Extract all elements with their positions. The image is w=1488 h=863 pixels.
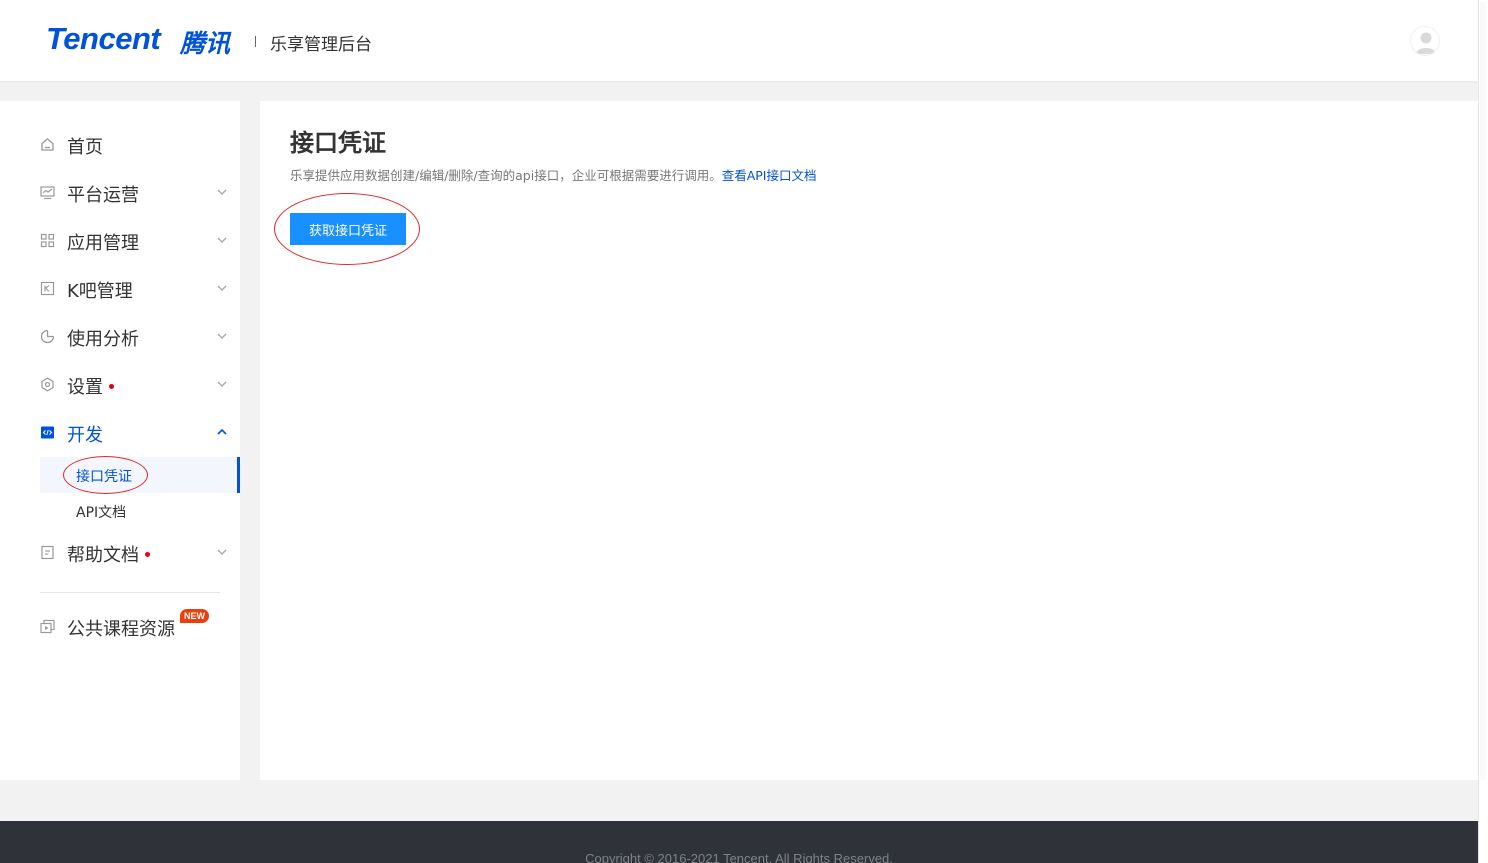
sidebar-item-help-docs[interactable]: 帮助文档 xyxy=(0,532,240,572)
chevron-down-icon xyxy=(217,549,227,555)
main-content: 接口凭证 乐享提供应用数据创建/编辑/删除/查询的api接口，企业可根据需要进行… xyxy=(260,101,1478,780)
user-icon xyxy=(1416,32,1436,54)
user-avatar[interactable] xyxy=(1410,26,1440,56)
sidebar-item-app-management[interactable]: 应用管理 xyxy=(0,220,240,260)
tencent-logo-cn[interactable]: 腾讯 xyxy=(180,24,230,60)
chevron-down-icon xyxy=(217,237,227,243)
home-icon xyxy=(41,138,54,151)
tencent-logo-text[interactable]: Tencent xyxy=(46,21,161,57)
sidebar-item-home[interactable]: 首页 xyxy=(0,124,240,164)
k-bar-icon xyxy=(40,281,55,296)
sidebar-item-k-bar[interactable]: K吧管理 xyxy=(0,268,240,308)
notification-dot xyxy=(109,384,114,389)
sidebar-divider xyxy=(40,592,220,593)
page-description: 乐享提供应用数据创建/编辑/删除/查询的api接口，企业可根据需要进行调用。查看… xyxy=(290,165,816,184)
sidebar-item-label: 应用管理 xyxy=(67,233,139,254)
subitem-label: 接口凭证 xyxy=(76,469,132,485)
chevron-down-icon xyxy=(217,381,227,387)
app-title: 乐享管理后台 xyxy=(270,35,372,55)
footer-copyright: Copyright © 2016-2021 Tencent. All Right… xyxy=(585,851,893,863)
sidebar-item-develop[interactable]: 开发 xyxy=(0,412,240,452)
sidebar-item-label: 平台运营 xyxy=(67,185,139,206)
sidebar-subitem-api-credentials[interactable]: 接口凭证 xyxy=(40,457,240,493)
grid-apps-icon xyxy=(40,233,55,248)
monitor-chart-icon xyxy=(40,186,55,200)
subitem-label: API文档 xyxy=(76,505,127,521)
sidebar-item-label: K吧管理 xyxy=(67,281,133,302)
description-text: 乐享提供应用数据创建/编辑/删除/查询的api接口，企业可根据需要进行调用。 xyxy=(290,168,722,183)
get-credentials-button[interactable]: 获取接口凭证 xyxy=(290,213,406,245)
chevron-down-icon xyxy=(217,285,227,291)
sidebar-item-label: 公共课程资源 xyxy=(67,619,175,640)
sidebar-item-label: 设置 xyxy=(67,373,114,399)
sidebar-item-label: 使用分析 xyxy=(67,329,139,350)
sidebar-item-settings[interactable]: 设置 xyxy=(0,364,240,404)
notification-dot xyxy=(145,552,150,557)
chevron-up-icon xyxy=(217,428,227,435)
sidebar-item-platform-ops[interactable]: 平台运营 xyxy=(0,172,240,212)
sidebar-subitem-api-docs[interactable]: API文档 xyxy=(40,493,240,529)
document-icon xyxy=(41,545,54,560)
scrollbar-thumb[interactable] xyxy=(1480,2,1486,780)
top-header: Tencent 腾讯 乐享管理后台 xyxy=(0,0,1478,81)
sidebar-item-label: 首页 xyxy=(67,137,103,158)
gear-icon xyxy=(41,377,54,392)
api-doc-link[interactable]: 查看API接口文档 xyxy=(722,168,817,183)
help-docs-label-text: 帮助文档 xyxy=(67,545,139,566)
chevron-down-icon xyxy=(217,333,227,339)
sidebar: 首页 平台运营 应用管理 K吧管理 使用分析 设置 开发 接口凭证 API文档 … xyxy=(0,101,240,780)
chevron-down-icon xyxy=(217,189,227,195)
settings-label-text: 设置 xyxy=(67,377,103,398)
sidebar-item-label: 开发 xyxy=(67,425,103,446)
code-icon xyxy=(41,426,54,439)
page-title: 接口凭证 xyxy=(290,129,386,157)
sidebar-item-label: 帮助文档 xyxy=(67,541,150,567)
course-icon xyxy=(40,619,55,634)
sidebar-item-usage-analysis[interactable]: 使用分析 xyxy=(0,316,240,356)
footer: Copyright © 2016-2021 Tencent. All Right… xyxy=(0,821,1478,863)
new-badge: NEW xyxy=(180,609,209,623)
header-separator xyxy=(255,36,256,47)
pie-chart-icon xyxy=(40,329,55,344)
